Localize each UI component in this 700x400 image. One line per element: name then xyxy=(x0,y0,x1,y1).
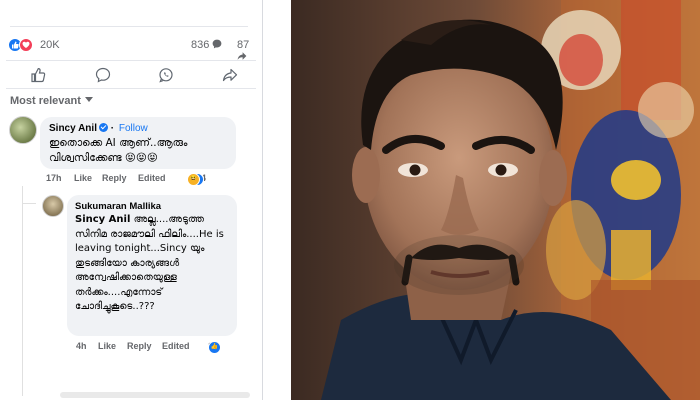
sort-label: Most relevant xyxy=(10,95,81,107)
verified-badge-icon xyxy=(98,123,108,132)
comment-like-button[interactable]: Like xyxy=(74,173,92,183)
comment-action-icon xyxy=(95,67,111,83)
divider xyxy=(6,60,256,61)
like-button[interactable] xyxy=(29,66,47,84)
reply-body: അല്ല....അടുത്ത സിനിമ രാജമൗലി ഫിലിം....He… xyxy=(75,214,224,312)
chevron-down-icon xyxy=(84,97,93,102)
reply-bubble: Sukumaran Mallika Sincy Anil അല്ല....അടു… xyxy=(67,195,237,336)
reply-like-button[interactable]: Like xyxy=(98,341,116,351)
like-action-icon xyxy=(31,67,46,83)
comment-count-value: 836 xyxy=(191,39,210,51)
reaction-count[interactable]: 20K xyxy=(40,39,60,51)
reply-reply-button[interactable]: Reply xyxy=(127,341,152,351)
reply-author[interactable]: Sukumaran Mallika xyxy=(75,201,161,212)
share-button[interactable] xyxy=(221,66,239,84)
follow-button[interactable]: Follow xyxy=(119,123,148,134)
post-action-bar xyxy=(0,66,262,86)
comment-author-row: Sincy Anil · Follow xyxy=(49,123,148,134)
comment-count[interactable]: 836 xyxy=(191,39,222,51)
post-stats-bar: 20K 836 87 xyxy=(8,36,260,60)
portrait-illustration xyxy=(291,0,700,400)
avatar[interactable] xyxy=(42,195,64,217)
comment-time[interactable]: 17h xyxy=(46,173,62,183)
reactions-summary[interactable] xyxy=(8,38,38,53)
reply-text: Sincy Anil അല്ല....അടുത്ത സിനിമ രാജമൗലി … xyxy=(75,213,233,315)
whatsapp-share-button[interactable] xyxy=(157,66,175,84)
comment-reply-button[interactable]: Reply xyxy=(102,173,127,183)
love-reaction-icon xyxy=(19,38,33,52)
comment-sort-dropdown[interactable]: Most relevant xyxy=(10,95,93,107)
next-comment-partial xyxy=(60,392,250,398)
avatar[interactable] xyxy=(9,116,37,144)
whatsapp-icon xyxy=(159,68,173,83)
gap xyxy=(263,0,291,400)
reply-thread-connector xyxy=(22,203,36,204)
portrait-photo xyxy=(291,0,700,400)
divider xyxy=(10,26,248,27)
comment-text: ഇതൊക്കെ AI ആണ്..ആരും വിശ്വസിക്കേണ്ട 😝😝😝 xyxy=(49,137,188,164)
comment-button[interactable] xyxy=(94,66,112,84)
haha-reaction-icon: 😆 xyxy=(187,173,200,186)
divider xyxy=(6,88,256,89)
comment-edited-label[interactable]: Edited xyxy=(138,173,166,183)
facebook-comments-screenshot: 20K 836 87 Most relevant Sincy Anil · Fo… xyxy=(0,0,262,400)
reply-thread-line xyxy=(22,186,23,396)
comment-bubble-icon xyxy=(213,39,222,49)
reply-time[interactable]: 4h xyxy=(76,341,87,351)
share-action-icon xyxy=(222,68,238,82)
like-reaction-icon: 👍 xyxy=(208,341,221,354)
reply-edited-label[interactable]: Edited xyxy=(162,341,190,351)
reply-mention[interactable]: Sincy Anil xyxy=(75,214,130,225)
comment-bubble: Sincy Anil · Follow ഇതൊക്കെ AI ആണ്..ആരും… xyxy=(40,117,236,169)
comment-author[interactable]: Sincy Anil xyxy=(49,123,97,134)
share-count-value: 87 xyxy=(237,39,250,51)
